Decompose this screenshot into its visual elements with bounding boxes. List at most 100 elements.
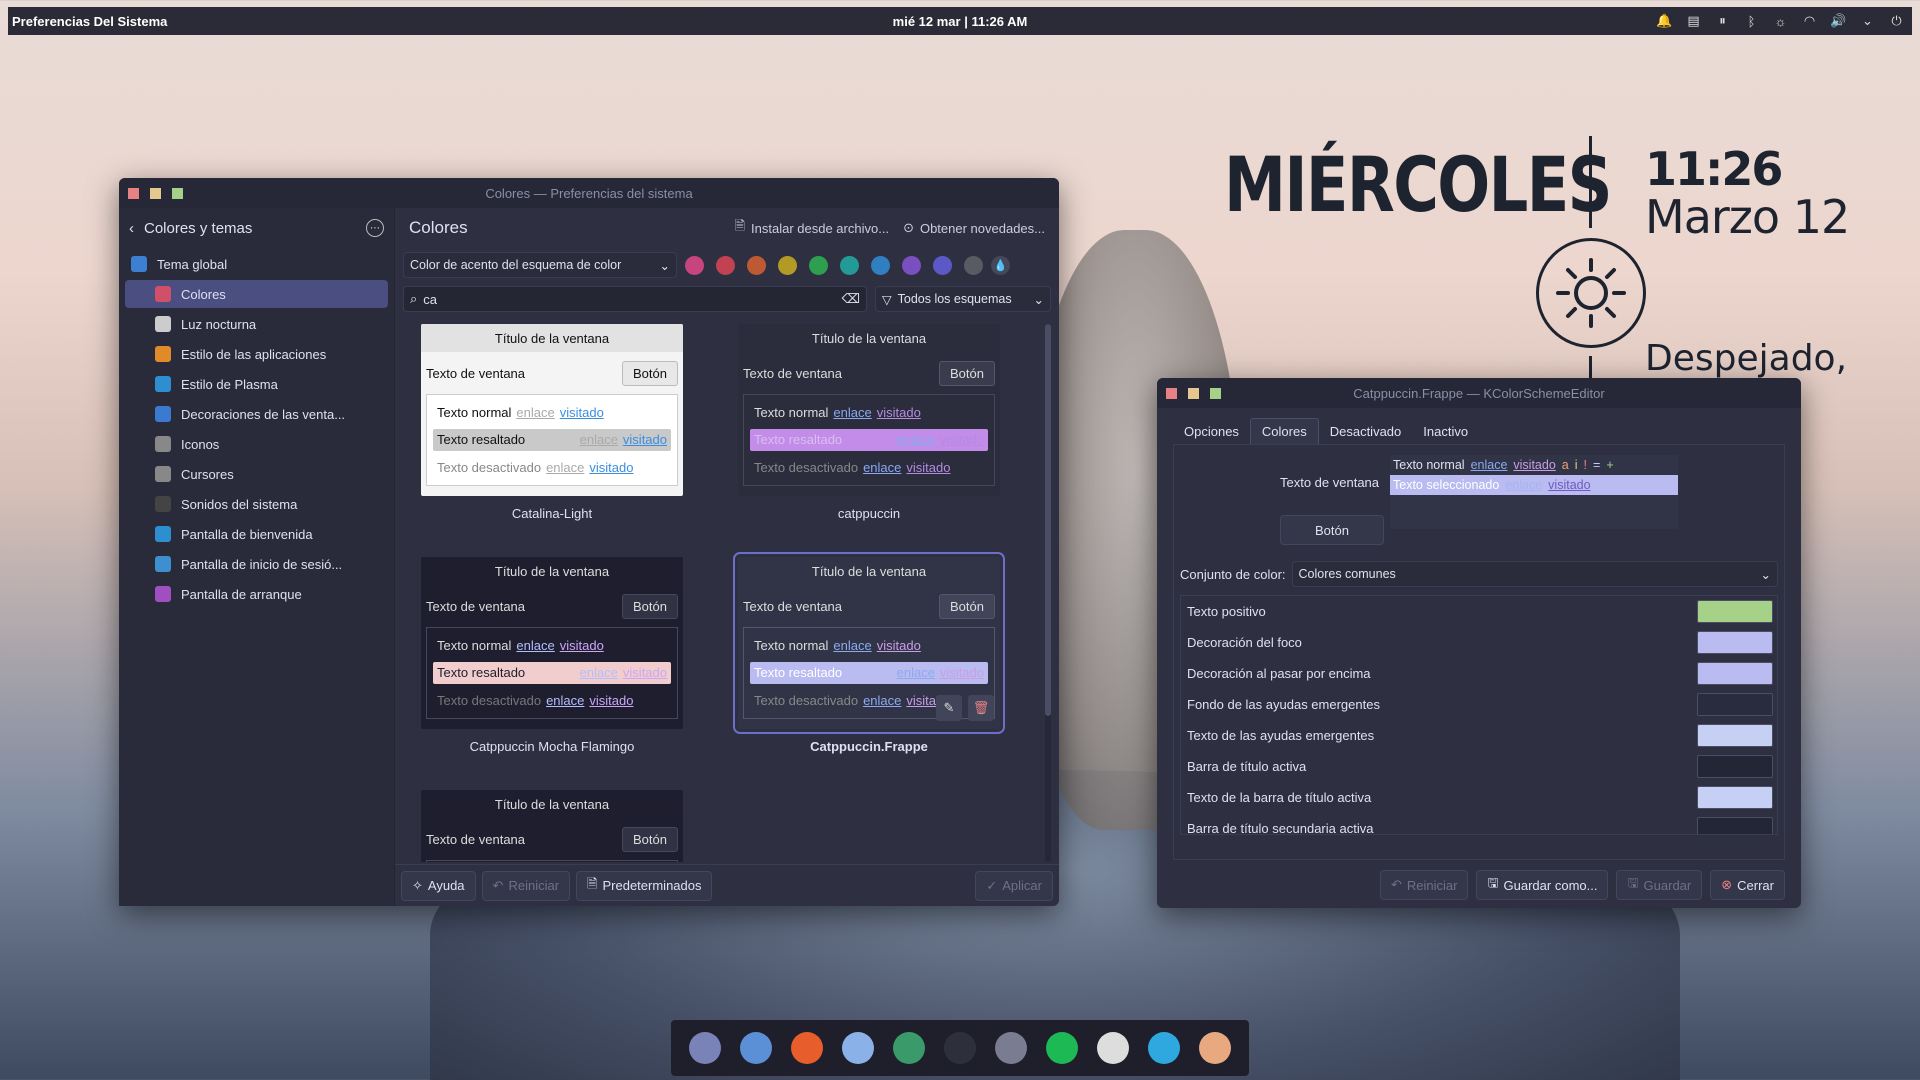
scheme-card[interactable]: Título de la ventana Texto de ventana Bot… bbox=[421, 324, 683, 521]
wifi-icon[interactable]: ◠ bbox=[1800, 12, 1819, 31]
brightness-icon[interactable]: ☼ bbox=[1771, 12, 1790, 31]
clipboard-icon[interactable]: ▤ bbox=[1684, 12, 1703, 31]
accent-swatch-2[interactable] bbox=[747, 255, 766, 275]
color-swatch-button[interactable] bbox=[1697, 600, 1773, 623]
color-swatch-button[interactable] bbox=[1697, 817, 1773, 834]
custom-color-icon[interactable]: 💧 bbox=[991, 255, 1010, 275]
launcher-icon[interactable] bbox=[688, 1032, 721, 1064]
apply-button[interactable]: ✓ Aplicar bbox=[975, 870, 1053, 901]
sidebar-item-11[interactable]: Pantalla de arranque bbox=[125, 580, 388, 608]
terminal-icon[interactable] bbox=[943, 1032, 976, 1064]
bell-icon[interactable]: 🔔 bbox=[1655, 12, 1674, 31]
color-role-row[interactable]: Barra de título activa bbox=[1181, 751, 1777, 782]
help-button[interactable]: ✧ Ayuda bbox=[401, 870, 476, 901]
accent-swatch-9[interactable] bbox=[964, 255, 983, 275]
scheme-card[interactable]: Título de la ventana Texto de ventana Bot… bbox=[733, 552, 1005, 754]
scheme-card[interactable]: Título de la ventana Texto de ventana Bot… bbox=[421, 557, 683, 754]
color-swatch-button[interactable] bbox=[1697, 662, 1773, 685]
power-icon[interactable]: ⏻ bbox=[1887, 12, 1906, 31]
color-role-label: Barra de título activa bbox=[1187, 759, 1307, 774]
search-input[interactable]: ⌕ ca ⌫ bbox=[403, 286, 867, 312]
spotify-icon[interactable] bbox=[1046, 1032, 1079, 1064]
color-swatch-button[interactable] bbox=[1697, 755, 1773, 778]
color-role-row[interactable]: Texto de las ayudas emergentes bbox=[1181, 720, 1777, 751]
volume-icon[interactable]: 🔊 bbox=[1829, 12, 1848, 31]
scheme-card[interactable]: Título de la ventana Texto de ventana Bot… bbox=[738, 324, 1000, 521]
tab-0[interactable]: Opciones bbox=[1173, 418, 1250, 444]
color-role-row[interactable]: Texto positivo bbox=[1181, 596, 1777, 627]
edit-icon[interactable]: ✎ bbox=[936, 695, 962, 721]
sidebar-item-label: Estilo de las aplicaciones bbox=[181, 346, 327, 362]
preview-button[interactable]: Botón bbox=[1280, 515, 1384, 545]
chevron-down-icon[interactable]: ⌄ bbox=[1858, 12, 1877, 31]
media-pause-icon[interactable]: ⏸ bbox=[1713, 12, 1732, 31]
preview-link: enlace bbox=[863, 692, 902, 708]
bluetooth-icon[interactable]: ᛒ bbox=[1742, 12, 1761, 31]
preview-link: enlace bbox=[516, 638, 555, 654]
sidebar-item-8[interactable]: Sonidos del sistema bbox=[125, 490, 388, 518]
sidebar-item-4[interactable]: Estilo de Plasma bbox=[125, 370, 388, 398]
tab-1[interactable]: Colores bbox=[1249, 418, 1319, 444]
tab-2[interactable]: Desactivado bbox=[1319, 418, 1413, 444]
accent-swatch-4[interactable] bbox=[809, 255, 828, 275]
save-button[interactable]: 🖫 Guardar bbox=[1616, 870, 1703, 900]
more-options-icon[interactable]: ⋯ bbox=[366, 219, 384, 237]
sidebar-item-9[interactable]: Pantalla de bienvenida bbox=[125, 520, 388, 548]
color-swatch-button[interactable] bbox=[1697, 693, 1773, 716]
window-titlebar[interactable]: Colores — Preferencias del sistema bbox=[119, 178, 1059, 208]
sidebar-item-1[interactable]: Colores bbox=[125, 280, 388, 308]
accent-swatch-6[interactable] bbox=[871, 255, 890, 275]
accent-swatch-5[interactable] bbox=[840, 255, 859, 275]
accent-swatch-7[interactable] bbox=[902, 255, 921, 275]
panel-clock[interactable]: mié 12 mar | 11:26 AM bbox=[893, 14, 1028, 29]
accent-swatch-0[interactable] bbox=[685, 255, 704, 275]
sidebar-item-0[interactable]: Tema global bbox=[125, 250, 388, 278]
color-swatch-button[interactable] bbox=[1697, 631, 1773, 654]
color-role-row[interactable]: Decoración al pasar por encima bbox=[1181, 658, 1777, 689]
install-from-file-button[interactable]: 🗎 Instalar desde archivo... bbox=[735, 217, 889, 239]
preview-button: Botón bbox=[622, 360, 678, 386]
sidebar-item-7[interactable]: Cursores bbox=[125, 460, 388, 488]
firefox-icon[interactable] bbox=[790, 1032, 823, 1064]
scheme-filter-combo[interactable]: ▽ Todos los esquemas ⌄ bbox=[875, 286, 1051, 312]
clear-icon[interactable]: ⌫ bbox=[842, 291, 860, 307]
settings-icon[interactable] bbox=[995, 1032, 1027, 1064]
defaults-button[interactable]: 🗎 Predeterminados bbox=[576, 870, 713, 901]
colorset-combo[interactable]: Colores comunes ⌄ bbox=[1291, 561, 1778, 587]
color-swatch-button[interactable] bbox=[1697, 786, 1773, 809]
discord-icon[interactable] bbox=[1097, 1032, 1130, 1064]
sidebar-item-5[interactable]: Decoraciones de las venta... bbox=[125, 400, 388, 428]
color-role-row[interactable]: Fondo de las ayudas emergentes bbox=[1181, 689, 1777, 720]
files-icon[interactable] bbox=[739, 1032, 772, 1064]
back-icon[interactable]: ‹ bbox=[129, 220, 134, 237]
edge-icon[interactable] bbox=[1148, 1032, 1181, 1064]
scheme-card[interactable]: Título de la ventana Texto de ventana Bot… bbox=[421, 790, 683, 862]
accent-swatch-3[interactable] bbox=[778, 255, 797, 275]
scrollbar[interactable] bbox=[1045, 324, 1051, 862]
close-editor-button[interactable]: ⊗ Cerrar bbox=[1710, 870, 1785, 900]
sidebar-item-3[interactable]: Estilo de las aplicaciones bbox=[125, 340, 388, 368]
accent-swatch-1[interactable] bbox=[716, 255, 735, 275]
sidebar-item-2[interactable]: Luz nocturna bbox=[125, 310, 388, 338]
get-new-button[interactable]: ⊙ Obtener novedades... bbox=[903, 220, 1045, 236]
preview-link: enlace bbox=[579, 432, 618, 448]
accent-swatch-8[interactable] bbox=[933, 255, 952, 275]
window-titlebar[interactable]: Catppuccin.Frappe — KColorSchemeEditor bbox=[1157, 378, 1801, 408]
color-role-row[interactable]: Barra de título secundaria activa bbox=[1181, 813, 1777, 834]
editor-reset-button[interactable]: ↶ Reiniciar bbox=[1379, 870, 1469, 900]
image-viewer-icon[interactable] bbox=[892, 1032, 925, 1064]
color-role-row[interactable]: Texto de la barra de título activa bbox=[1181, 782, 1777, 813]
tab-3[interactable]: Inactivo bbox=[1412, 418, 1479, 444]
store-icon[interactable] bbox=[841, 1032, 874, 1064]
color-swatch-button[interactable] bbox=[1697, 724, 1773, 747]
sidebar-item-6[interactable]: Iconos bbox=[125, 430, 388, 458]
reset-button[interactable]: ↶ Reiniciar bbox=[481, 870, 571, 901]
sidebar-item-10[interactable]: Pantalla de inicio de sesió... bbox=[125, 550, 388, 578]
vpn-icon[interactable] bbox=[1199, 1032, 1232, 1064]
color-role-row[interactable]: Decoración del foco bbox=[1181, 627, 1777, 658]
save-as-button[interactable]: 🖫 Guardar como... bbox=[1476, 870, 1609, 900]
accent-combo[interactable]: Color de acento del esquema de color ⌄ bbox=[403, 252, 677, 278]
delete-icon[interactable]: 🗑 bbox=[968, 695, 994, 721]
save-as-icon: 🖫 bbox=[1487, 875, 1499, 890]
preview-link: enlace bbox=[546, 459, 585, 475]
